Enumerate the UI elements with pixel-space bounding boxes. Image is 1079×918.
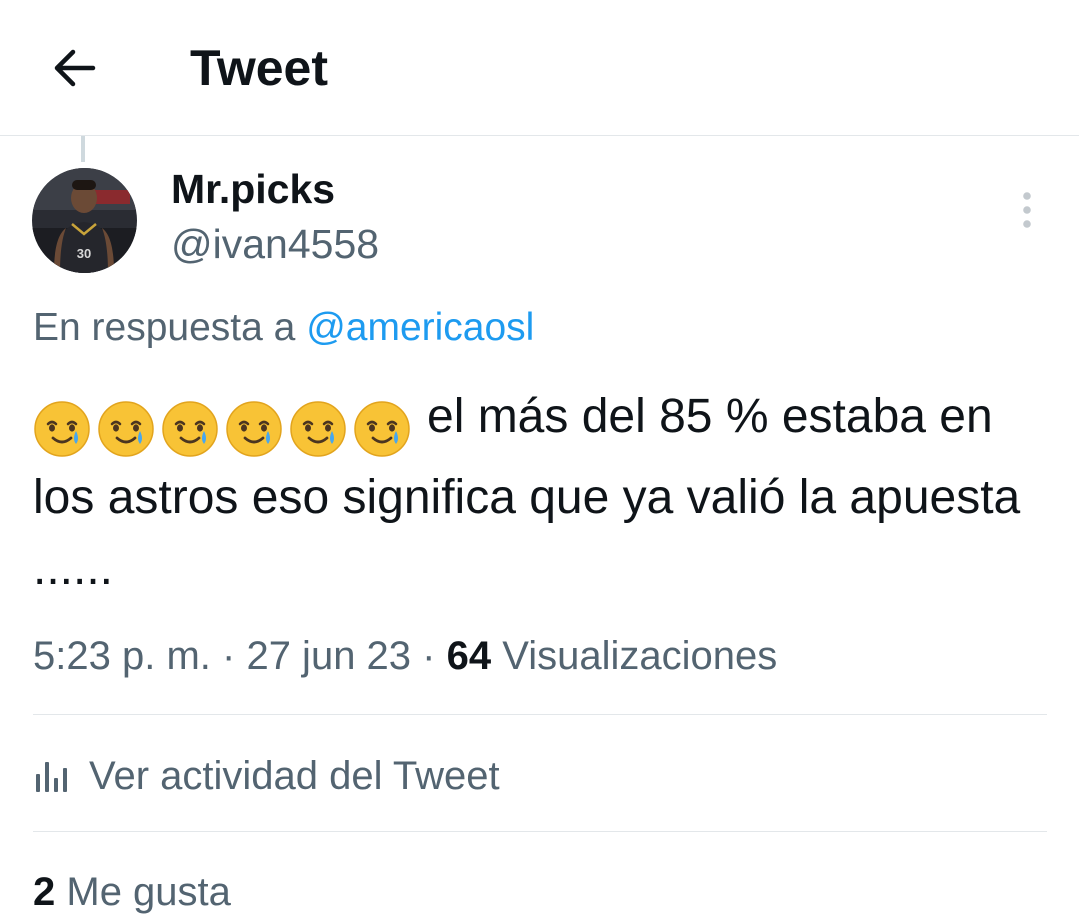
back-button[interactable]	[42, 36, 106, 100]
thread-connector-line	[81, 136, 85, 162]
page-title: Tweet	[190, 40, 328, 96]
likes-count-link[interactable]: 2 Me gusta	[33, 866, 231, 918]
tweet-text: el más del 85 % estaba en los astros eso…	[33, 381, 1053, 604]
more-options-button[interactable]	[1005, 186, 1049, 234]
smiling-face-with-tear-emoji	[33, 400, 91, 458]
reply-prefix: En respuesta a	[33, 306, 296, 349]
reply-context: En respuesta a @americaosl	[33, 303, 534, 353]
author-display-name[interactable]: Mr.picks	[171, 164, 335, 214]
avatar[interactable]: 30	[32, 168, 137, 273]
likes-count: 2	[33, 870, 56, 914]
meta-separator: ·	[422, 634, 436, 678]
smiling-face-with-tear-emoji	[353, 400, 411, 458]
tweet-meta: 5:23 p. m. · 27 jun 23 · 64 Visualizacio…	[33, 630, 777, 682]
divider	[33, 714, 1047, 715]
view-activity-label: Ver actividad del Tweet	[89, 753, 500, 798]
top-bar: Tweet	[0, 0, 1079, 136]
smiling-face-with-tear-emoji	[97, 400, 155, 458]
divider	[33, 831, 1047, 832]
avatar-jersey-number: 30	[77, 246, 91, 261]
author-handle[interactable]: @ivan4558	[171, 219, 379, 269]
likes-label: Me gusta	[66, 870, 231, 914]
tweet-date[interactable]: 27 jun 23	[246, 634, 411, 678]
smiling-face-with-tear-emoji	[225, 400, 283, 458]
arrow-left-icon	[54, 49, 96, 87]
more-vertical-icon	[1023, 192, 1031, 228]
views-label: Visualizaciones	[502, 634, 778, 678]
smiling-face-with-tear-emoji	[289, 400, 347, 458]
smiling-face-with-tear-emoji	[161, 400, 219, 458]
tweet-time[interactable]: 5:23 p. m.	[33, 634, 211, 678]
meta-separator: ·	[222, 634, 236, 678]
views-count: 64	[446, 634, 492, 678]
bar-chart-icon	[33, 756, 73, 796]
view-activity-button[interactable]: Ver actividad del Tweet	[33, 748, 500, 804]
reply-mention-link[interactable]: @americaosl	[306, 306, 534, 349]
emoji-group	[33, 391, 417, 462]
